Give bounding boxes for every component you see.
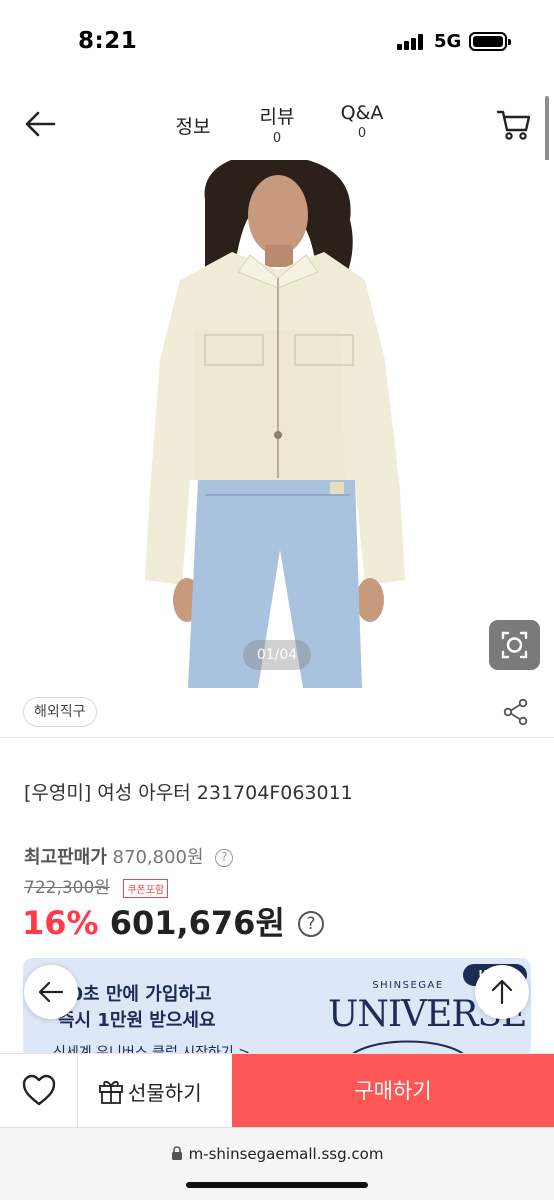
- lens-search-icon: [501, 631, 528, 659]
- gift-label: 선물하기: [128, 1081, 202, 1105]
- help-icon[interactable]: ?: [215, 849, 234, 867]
- banner-subheadline: 즉시 1만원 받으세요: [58, 1010, 216, 1031]
- heart-icon: [22, 1074, 56, 1106]
- tab-info[interactable]: 정보: [168, 112, 218, 139]
- final-price-row: 16% 601,676원 ?: [22, 898, 324, 944]
- scroll-top-button[interactable]: [475, 965, 529, 1019]
- home-indicator[interactable]: [186, 1182, 368, 1188]
- discount-rate: 16%: [22, 904, 99, 942]
- status-bar: 8:21 5G: [0, 0, 554, 80]
- tab-review-count: 0: [272, 131, 282, 146]
- gift-button[interactable]: 선물하기: [78, 1054, 232, 1128]
- product-image-gallery[interactable]: 01/04: [0, 160, 554, 688]
- banner-prev-button[interactable]: [24, 965, 78, 1019]
- url-row[interactable]: m-shinsegaemall.ssg.com: [0, 1145, 554, 1163]
- image-counter: 01/04: [243, 640, 311, 670]
- overseas-direct-badge: 해외직구: [23, 697, 97, 727]
- signal-icon: [397, 34, 427, 50]
- share-button[interactable]: [502, 698, 530, 726]
- membership-banner[interactable]: 10초 만에 가입하고 즉시 1만원 받으세요 신세계 유니버스 클럽 시작하기…: [23, 958, 531, 1058]
- back-button[interactable]: [22, 106, 58, 142]
- arrow-left-icon: [38, 981, 64, 1003]
- buy-button[interactable]: 구매하기: [232, 1054, 554, 1128]
- lock-icon: [171, 1146, 182, 1160]
- max-price-label: 최고판매가: [24, 847, 107, 868]
- url-text: m-shinsegaemall.ssg.com: [188, 1145, 384, 1163]
- arrow-up-icon: [491, 979, 513, 1005]
- cart-button[interactable]: [495, 106, 533, 142]
- max-price-value: 870,800원: [112, 847, 204, 868]
- original-price-row: 722,300원 쿠폰포함: [24, 873, 169, 898]
- back-arrow-icon: [25, 111, 56, 137]
- scrollbar[interactable]: [545, 96, 549, 162]
- tab-review-label: 리뷰: [259, 106, 295, 128]
- price-help-icon[interactable]: ?: [297, 911, 324, 937]
- battery-icon: [469, 32, 511, 51]
- product-photo: [145, 160, 405, 688]
- wishlist-button[interactable]: [0, 1054, 78, 1128]
- network-type: 5G: [434, 31, 462, 52]
- max-price-row: 최고판매가 870,800원 ?: [24, 843, 234, 869]
- tab-review[interactable]: 리뷰 0: [252, 102, 302, 146]
- product-header: 정보 리뷰 0 Q&A 0: [0, 90, 554, 160]
- cart-icon: [496, 110, 531, 140]
- status-time: 8:21: [78, 28, 138, 54]
- purchase-bar: 선물하기 구매하기: [0, 1053, 554, 1128]
- lens-search-button[interactable]: [489, 620, 540, 670]
- tab-info-label: 정보: [175, 116, 211, 138]
- product-title: [우영미] 여성 아우터 231704F063011: [24, 782, 353, 804]
- tab-qna[interactable]: Q&A 0: [334, 102, 390, 141]
- tab-qna-count: 0: [357, 126, 367, 141]
- gift-icon: [99, 1080, 123, 1104]
- coupon-included-badge: 쿠폰포함: [123, 878, 169, 898]
- banner-headline: 10초 만에 가입하고: [58, 984, 212, 1005]
- tag-row: 해외직구: [0, 690, 554, 738]
- tab-qna-label: Q&A: [340, 102, 384, 124]
- share-icon: [503, 698, 528, 726]
- browser-address-bar: m-shinsegaemall.ssg.com: [0, 1127, 554, 1200]
- final-price: 601,676원: [109, 904, 285, 942]
- original-price: 722,300원: [24, 878, 110, 898]
